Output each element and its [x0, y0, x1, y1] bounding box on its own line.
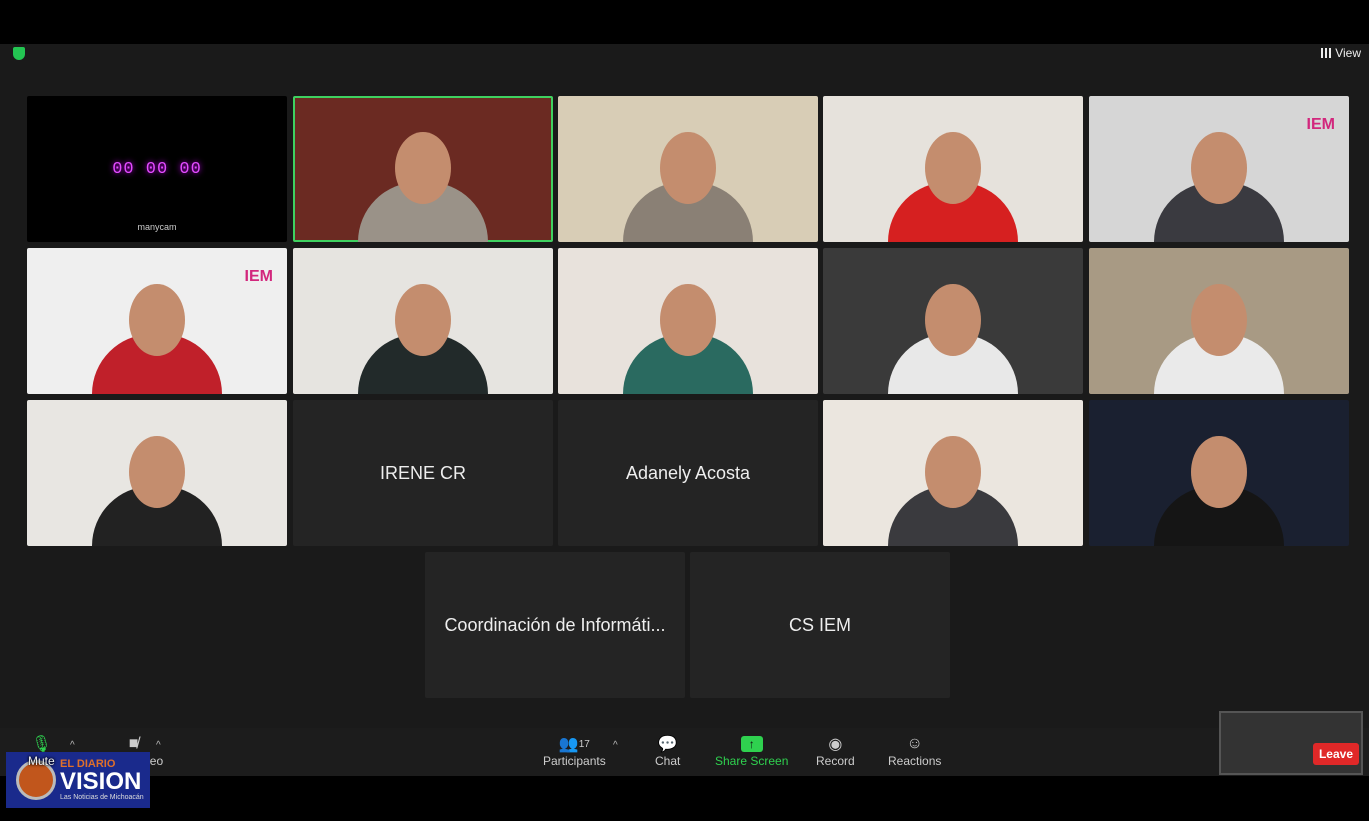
- record-button[interactable]: ◉ Record: [816, 734, 855, 768]
- reactions-icon: ☺: [906, 735, 923, 752]
- meeting-toolbar: 🎙Mute ^ ■̸Start Video ^ 👥17Participants …: [0, 728, 1369, 776]
- video-options-caret[interactable]: ^: [156, 740, 161, 751]
- participant-tile[interactable]: Coordinación de Informáti...: [425, 552, 685, 698]
- participants-options-caret[interactable]: ^: [613, 740, 618, 751]
- leave-button[interactable]: Leave: [1312, 743, 1359, 765]
- manycam-logo: manycam: [137, 222, 177, 232]
- participant-head: [925, 132, 981, 204]
- video-off-icon: ■̸: [128, 735, 139, 752]
- participant-tile[interactable]: [823, 400, 1083, 546]
- participant-tile[interactable]: IEM: [27, 248, 287, 394]
- audio-options-caret[interactable]: ^: [70, 740, 75, 751]
- participant-tile[interactable]: IRENE CR: [293, 400, 553, 546]
- participant-tile[interactable]: [558, 248, 818, 394]
- participant-tile[interactable]: Adanely Acosta: [558, 400, 818, 546]
- participant-tile[interactable]: [823, 248, 1083, 394]
- share-screen-button[interactable]: ↑ Share Screen: [715, 734, 788, 768]
- participant-tile[interactable]: CS IEM: [690, 552, 950, 698]
- participant-tile[interactable]: [558, 96, 818, 242]
- share-screen-icon: ↑: [740, 736, 763, 752]
- participant-tile[interactable]: [293, 248, 553, 394]
- chat-button[interactable]: 💬 Chat: [655, 734, 680, 768]
- participant-tile[interactable]: [27, 400, 287, 546]
- timer: 00 00 00: [112, 159, 202, 179]
- iem-logo: IEM: [244, 268, 273, 285]
- participant-name: Adanely Acosta: [625, 462, 751, 483]
- participant-head: [1191, 132, 1247, 204]
- participant-head: [395, 132, 451, 204]
- view-button[interactable]: View: [1321, 46, 1361, 60]
- participant-head: [660, 132, 716, 204]
- iem-logo: IEM: [1306, 116, 1335, 133]
- participant-tile[interactable]: IEM: [1089, 96, 1349, 242]
- participant-head: [660, 284, 716, 356]
- chat-icon: 💬: [657, 736, 678, 753]
- participant-tile[interactable]: [823, 96, 1083, 242]
- self-view-thumbnail[interactable]: Leave: [1219, 711, 1363, 775]
- reactions-button[interactable]: ☺ Reactions: [888, 734, 941, 768]
- participant-tile[interactable]: [1089, 400, 1349, 546]
- grid-icon: [1321, 48, 1332, 58]
- participant-tile[interactable]: [1089, 248, 1349, 394]
- participant-name: CS IEM: [788, 614, 851, 635]
- participants-button[interactable]: 👥 17 Participants: [543, 734, 606, 768]
- shield-check-icon[interactable]: [13, 47, 25, 60]
- participant-head: [1191, 436, 1247, 508]
- participant-name: Coordinación de Informáti...: [444, 614, 666, 635]
- record-icon: ◉: [828, 736, 843, 753]
- mute-button[interactable]: 🎙 Mute: [28, 734, 55, 768]
- participant-head: [925, 284, 981, 356]
- participant-head: [129, 436, 185, 508]
- participant-head: [1191, 284, 1247, 356]
- participants-icon: 👥: [558, 736, 579, 753]
- participant-name: IRENE CR: [379, 462, 466, 483]
- participant-tile[interactable]: 00 00 00 manycam: [27, 96, 287, 242]
- participant-tile[interactable]: [293, 96, 553, 242]
- microphone-icon: 🎙: [31, 736, 52, 753]
- participant-head: [395, 284, 451, 356]
- participant-head: [925, 436, 981, 508]
- participant-head: [129, 284, 185, 356]
